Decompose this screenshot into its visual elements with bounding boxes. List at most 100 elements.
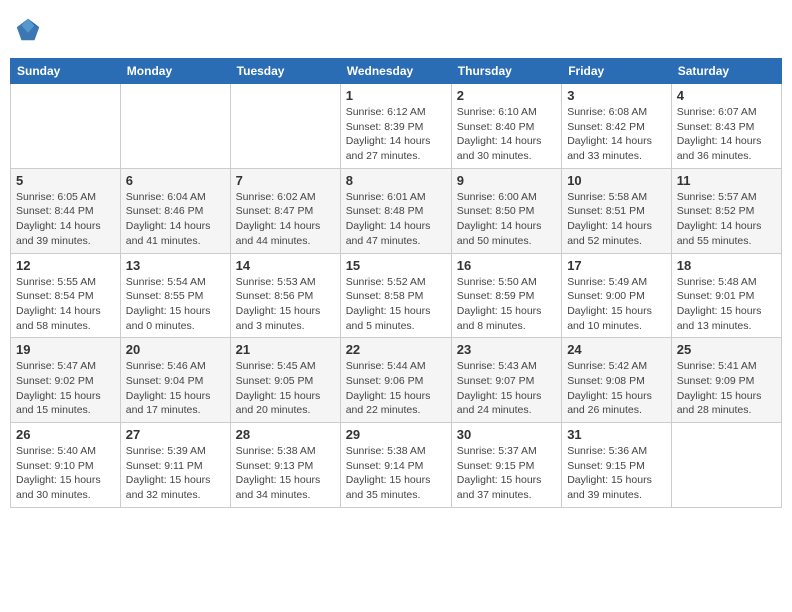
- calendar-cell: 10 Sunrise: 5:58 AM Sunset: 8:51 PM Dayli…: [562, 168, 672, 253]
- day-number: 26: [16, 427, 115, 442]
- calendar-cell: 9 Sunrise: 6:00 AM Sunset: 8:50 PM Daylig…: [451, 168, 561, 253]
- weekday-header-row: SundayMondayTuesdayWednesdayThursdayFrid…: [11, 59, 782, 84]
- calendar-week-row: 5Sunrise: 6:05 AM Sunset: 8:44 PM Daylig…: [11, 168, 782, 253]
- logo: [14, 16, 44, 44]
- day-detail: Sunrise: 6:04 AM Sunset: 8:46 PM Dayligh…: [126, 190, 225, 249]
- day-detail: Sunrise: 5:45 AM Sunset: 9:05 PM Dayligh…: [236, 359, 335, 418]
- calendar-week-row: 12 Sunrise: 5:55 AM Sunset: 8:54 PM Dayli…: [11, 253, 782, 338]
- calendar-cell: 17 Sunrise: 5:49 AM Sunset: 9:00 PM Dayli…: [562, 253, 672, 338]
- calendar-cell: 28 Sunrise: 5:38 AM Sunset: 9:13 PM Dayli…: [230, 423, 340, 508]
- calendar-cell: 5Sunrise: 6:05 AM Sunset: 8:44 PM Daylig…: [11, 168, 121, 253]
- calendar-cell: 11 Sunrise: 5:57 AM Sunset: 8:52 PM Dayli…: [671, 168, 781, 253]
- header: [10, 10, 782, 50]
- day-number: 31: [567, 427, 666, 442]
- day-number: 21: [236, 342, 335, 357]
- day-number: 13: [126, 258, 225, 273]
- calendar-cell: [120, 84, 230, 169]
- day-detail: Sunrise: 6:02 AM Sunset: 8:47 PM Dayligh…: [236, 190, 335, 249]
- day-detail: Sunrise: 5:53 AM Sunset: 8:56 PM Dayligh…: [236, 275, 335, 334]
- day-detail: Sunrise: 5:38 AM Sunset: 9:13 PM Dayligh…: [236, 444, 335, 503]
- day-number: 30: [457, 427, 556, 442]
- day-detail: Sunrise: 6:01 AM Sunset: 8:48 PM Dayligh…: [346, 190, 446, 249]
- calendar-week-row: 1 Sunrise: 6:12 AM Sunset: 8:39 PM Daylig…: [11, 84, 782, 169]
- day-number: 11: [677, 173, 776, 188]
- day-number: 16: [457, 258, 556, 273]
- calendar-cell: 23 Sunrise: 5:43 AM Sunset: 9:07 PM Dayli…: [451, 338, 561, 423]
- day-detail: Sunrise: 6:08 AM Sunset: 8:42 PM Dayligh…: [567, 105, 666, 164]
- day-number: 2: [457, 88, 556, 103]
- day-number: 3: [567, 88, 666, 103]
- day-detail: Sunrise: 5:52 AM Sunset: 8:58 PM Dayligh…: [346, 275, 446, 334]
- calendar-cell: 14 Sunrise: 5:53 AM Sunset: 8:56 PM Dayli…: [230, 253, 340, 338]
- weekday-header-thursday: Thursday: [451, 59, 561, 84]
- calendar-cell: [671, 423, 781, 508]
- day-detail: Sunrise: 5:49 AM Sunset: 9:00 PM Dayligh…: [567, 275, 666, 334]
- day-detail: Sunrise: 5:48 AM Sunset: 9:01 PM Dayligh…: [677, 275, 776, 334]
- day-number: 27: [126, 427, 225, 442]
- day-number: 7: [236, 173, 335, 188]
- day-detail: Sunrise: 5:50 AM Sunset: 8:59 PM Dayligh…: [457, 275, 556, 334]
- day-number: 20: [126, 342, 225, 357]
- day-number: 28: [236, 427, 335, 442]
- day-detail: Sunrise: 6:07 AM Sunset: 8:43 PM Dayligh…: [677, 105, 776, 164]
- calendar-cell: 16 Sunrise: 5:50 AM Sunset: 8:59 PM Dayli…: [451, 253, 561, 338]
- day-number: 15: [346, 258, 446, 273]
- day-number: 14: [236, 258, 335, 273]
- calendar-cell: [230, 84, 340, 169]
- day-number: 29: [346, 427, 446, 442]
- calendar-table: SundayMondayTuesdayWednesdayThursdayFrid…: [10, 58, 782, 508]
- day-detail: Sunrise: 5:43 AM Sunset: 9:07 PM Dayligh…: [457, 359, 556, 418]
- calendar-cell: 8 Sunrise: 6:01 AM Sunset: 8:48 PM Daylig…: [340, 168, 451, 253]
- calendar-cell: 24 Sunrise: 5:42 AM Sunset: 9:08 PM Dayli…: [562, 338, 672, 423]
- calendar-cell: 29 Sunrise: 5:38 AM Sunset: 9:14 PM Dayli…: [340, 423, 451, 508]
- day-number: 12: [16, 258, 115, 273]
- day-number: 22: [346, 342, 446, 357]
- day-detail: Sunrise: 5:39 AM Sunset: 9:11 PM Dayligh…: [126, 444, 225, 503]
- day-detail: Sunrise: 5:36 AM Sunset: 9:15 PM Dayligh…: [567, 444, 666, 503]
- weekday-header-saturday: Saturday: [671, 59, 781, 84]
- day-number: 1: [346, 88, 446, 103]
- day-number: 9: [457, 173, 556, 188]
- calendar-cell: 13 Sunrise: 5:54 AM Sunset: 8:55 PM Dayli…: [120, 253, 230, 338]
- day-detail: Sunrise: 5:44 AM Sunset: 9:06 PM Dayligh…: [346, 359, 446, 418]
- day-detail: Sunrise: 6:00 AM Sunset: 8:50 PM Dayligh…: [457, 190, 556, 249]
- calendar-cell: 6 Sunrise: 6:04 AM Sunset: 8:46 PM Daylig…: [120, 168, 230, 253]
- calendar-cell: 25 Sunrise: 5:41 AM Sunset: 9:09 PM Dayli…: [671, 338, 781, 423]
- day-detail: Sunrise: 6:12 AM Sunset: 8:39 PM Dayligh…: [346, 105, 446, 164]
- day-number: 6: [126, 173, 225, 188]
- calendar-cell: 7 Sunrise: 6:02 AM Sunset: 8:47 PM Daylig…: [230, 168, 340, 253]
- logo-icon: [14, 16, 42, 44]
- calendar-cell: 31 Sunrise: 5:36 AM Sunset: 9:15 PM Dayli…: [562, 423, 672, 508]
- day-detail: Sunrise: 5:55 AM Sunset: 8:54 PM Dayligh…: [16, 275, 115, 334]
- day-detail: Sunrise: 5:42 AM Sunset: 9:08 PM Dayligh…: [567, 359, 666, 418]
- calendar-cell: 12 Sunrise: 5:55 AM Sunset: 8:54 PM Dayli…: [11, 253, 121, 338]
- calendar-cell: 1 Sunrise: 6:12 AM Sunset: 8:39 PM Daylig…: [340, 84, 451, 169]
- calendar-week-row: 19Sunrise: 5:47 AM Sunset: 9:02 PM Dayli…: [11, 338, 782, 423]
- day-number: 25: [677, 342, 776, 357]
- day-detail: Sunrise: 5:54 AM Sunset: 8:55 PM Dayligh…: [126, 275, 225, 334]
- day-number: 24: [567, 342, 666, 357]
- day-number: 8: [346, 173, 446, 188]
- day-detail: Sunrise: 5:41 AM Sunset: 9:09 PM Dayligh…: [677, 359, 776, 418]
- calendar-cell: 27 Sunrise: 5:39 AM Sunset: 9:11 PM Dayli…: [120, 423, 230, 508]
- day-number: 17: [567, 258, 666, 273]
- calendar-cell: 20Sunrise: 5:46 AM Sunset: 9:04 PM Dayli…: [120, 338, 230, 423]
- calendar-cell: 30Sunrise: 5:37 AM Sunset: 9:15 PM Dayli…: [451, 423, 561, 508]
- calendar-cell: 22 Sunrise: 5:44 AM Sunset: 9:06 PM Dayli…: [340, 338, 451, 423]
- day-number: 4: [677, 88, 776, 103]
- calendar-cell: 3 Sunrise: 6:08 AM Sunset: 8:42 PM Daylig…: [562, 84, 672, 169]
- day-detail: Sunrise: 5:57 AM Sunset: 8:52 PM Dayligh…: [677, 190, 776, 249]
- day-detail: Sunrise: 5:58 AM Sunset: 8:51 PM Dayligh…: [567, 190, 666, 249]
- day-number: 5: [16, 173, 115, 188]
- weekday-header-friday: Friday: [562, 59, 672, 84]
- calendar-cell: 26Sunrise: 5:40 AM Sunset: 9:10 PM Dayli…: [11, 423, 121, 508]
- calendar-cell: 19Sunrise: 5:47 AM Sunset: 9:02 PM Dayli…: [11, 338, 121, 423]
- calendar-cell: 18Sunrise: 5:48 AM Sunset: 9:01 PM Dayli…: [671, 253, 781, 338]
- weekday-header-wednesday: Wednesday: [340, 59, 451, 84]
- calendar-cell: 2 Sunrise: 6:10 AM Sunset: 8:40 PM Daylig…: [451, 84, 561, 169]
- day-number: 23: [457, 342, 556, 357]
- day-detail: Sunrise: 5:38 AM Sunset: 9:14 PM Dayligh…: [346, 444, 446, 503]
- day-number: 10: [567, 173, 666, 188]
- calendar-cell: [11, 84, 121, 169]
- day-detail: Sunrise: 6:10 AM Sunset: 8:40 PM Dayligh…: [457, 105, 556, 164]
